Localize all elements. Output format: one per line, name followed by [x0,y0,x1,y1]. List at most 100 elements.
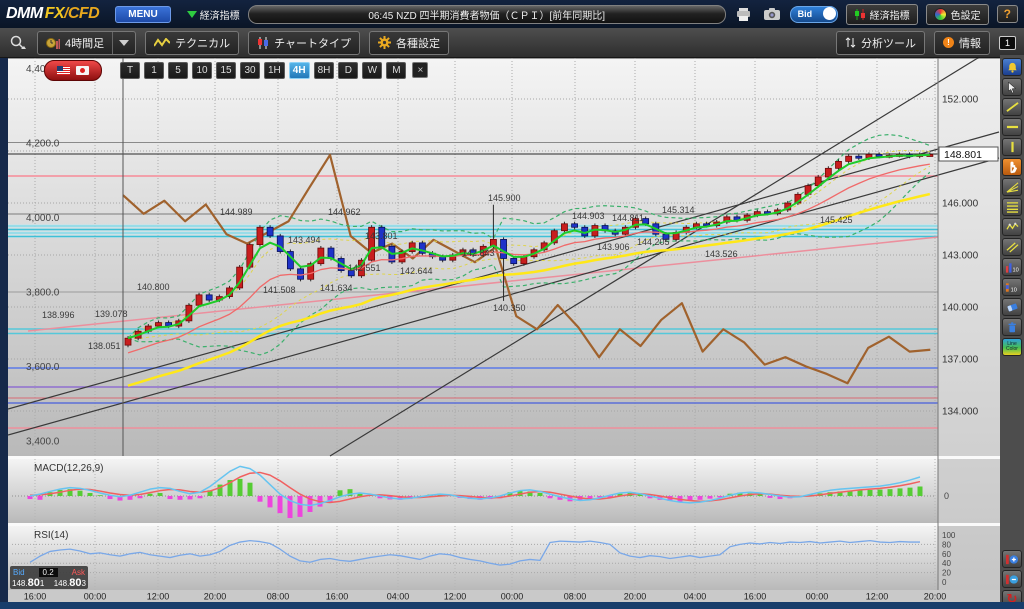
analysis-tools-label: 分析ツール [860,37,916,50]
print-icon[interactable] [734,6,754,22]
bid-toggle-label: Bid [797,9,813,19]
chart-toolbar: 4時間足 テクニカル チャートタイプ 各種設定 分析ツール ! 情報 1 [0,28,1024,58]
svg-text:10: 10 [1012,267,1018,273]
timeframe-button-15[interactable]: 15 [216,61,236,79]
zigzag-icon [154,37,171,47]
hand-tool-icon[interactable] [1002,158,1022,176]
timeframe-dropdown[interactable]: 4時間足 [37,30,137,55]
alert-bell-icon[interactable] [1002,58,1022,76]
svg-text:12:00: 12:00 [444,592,467,602]
svg-text:138.996: 138.996 [42,310,75,320]
svg-text:140.350: 140.350 [493,303,526,313]
eraser-icon[interactable] [1002,298,1022,316]
bid-label: Bid [13,567,25,577]
logo-fx: FX [44,5,65,22]
bid-ask-toggle[interactable]: Bid [789,5,838,23]
timeframe-button-30[interactable]: 30 [240,61,260,79]
svg-text:00:00: 00:00 [84,592,107,602]
timeframe-button-8H[interactable]: 8H [313,61,335,79]
svg-text:143.906: 143.906 [597,242,630,252]
settings-button[interactable]: 各種設定 [369,30,450,55]
svg-text:145.314: 145.314 [662,205,695,215]
color-button-label: 色設定 [950,10,981,22]
menu-button[interactable]: MENU [115,5,171,23]
svg-text:00:00: 00:00 [806,592,829,602]
chart-zoom-in-icon[interactable] [1002,550,1022,568]
svg-text:145.900: 145.900 [488,193,521,203]
svg-text:143.526: 143.526 [705,249,738,259]
svg-text:138.051: 138.051 [88,341,121,351]
chart-type-button[interactable]: チャートタイプ [248,30,361,55]
svg-text:152.000: 152.000 [942,95,979,106]
timeframe-dropdown-arrow[interactable] [112,31,135,54]
econ-indicator-button[interactable]: 経済指標 [845,3,918,25]
timeframe-button-1H[interactable]: 1H [264,61,285,79]
settings-label: 各種設定 [396,37,441,50]
svg-text:60: 60 [942,550,951,559]
timeframe-button-D[interactable]: D [338,61,359,79]
green-triangle-icon [186,10,197,18]
clock-icon [46,37,60,49]
svg-text:144.205: 144.205 [637,237,670,247]
line-color-icon[interactable]: Line Color [1002,338,1022,356]
trash-icon[interactable] [1002,318,1022,336]
econ-indicator-toggle[interactable]: 経済指標 [186,7,240,22]
jp-flag-icon [76,65,89,75]
zigzag-icon[interactable] [1002,218,1022,236]
trendline-icon[interactable] [1002,98,1022,116]
trading-app-window: DMM FX / CFD MENU 経済指標 06:45 NZD 四半期消費者物… [0,0,1024,609]
channel-icon[interactable] [1002,238,1022,256]
bar-count-icon[interactable]: 10 [1002,258,1022,276]
chart-type-label: チャートタイプ [274,37,352,50]
timeframe-button-10[interactable]: 10 [192,61,212,79]
zoom-tool-icon[interactable] [8,35,28,51]
panel-count-badge[interactable]: 1 [998,35,1016,50]
top-bar: DMM FX / CFD MENU 経済指標 06:45 NZD 四半期消費者物… [0,0,1024,28]
svg-text:MACD(12,26,9): MACD(12,26,9) [34,463,103,474]
svg-text:3,800.0: 3,800.0 [26,288,60,299]
instrument-tab-close[interactable]: × [412,62,429,78]
cursor-icon[interactable] [1002,78,1022,96]
vertical-line-icon[interactable] [1002,138,1022,156]
technical-label: テクニカル [175,37,231,50]
info-icon: ! [942,37,954,48]
svg-text:148.801: 148.801 [944,149,982,161]
svg-text:145.425: 145.425 [820,215,853,225]
svg-text:08:00: 08:00 [267,592,290,602]
gear-icon [378,36,392,49]
chart-zoom-out-icon[interactable] [1002,570,1022,588]
timeframe-button-label: 4時間足 [65,37,105,50]
timeframe-button-1[interactable]: 1 [144,61,164,79]
timeframe-button-M[interactable]: M [386,61,407,79]
price-count-icon[interactable]: 10 [1002,278,1022,296]
info-button[interactable]: ! 情報 [933,30,990,55]
technical-button[interactable]: テクニカル [145,30,240,55]
econ-toggle-label: 経済指標 [199,10,240,22]
camera-icon[interactable] [762,6,782,22]
svg-text:142.551: 142.551 [348,263,381,273]
timeframe-button-T[interactable]: T [120,61,140,79]
timeframe-button-4H[interactable]: 4H [288,61,310,79]
logo-cfd: CFD [67,5,100,22]
help-button[interactable]: ? [996,5,1018,23]
instrument-tab-usdjpy[interactable] [44,59,102,81]
svg-text:143.000: 143.000 [942,250,979,261]
timeframe-button-W[interactable]: W [362,61,383,79]
news-ticker[interactable]: 06:45 NZD 四半期消費者物価（ＣＰＩ）[前年同期比] [247,4,726,24]
color-settings-button[interactable]: 色設定 [925,3,989,25]
drawing-toolbar: 10 10 Line Color ↻ [1000,55,1024,609]
main-chart-canvas[interactable]: 152.000 146.000 143.000 140.000 137.000 134.0… [8,58,1000,602]
svg-text:12:00: 12:00 [147,592,170,602]
svg-text:40: 40 [942,559,951,568]
svg-text:4,000.0: 4,000.0 [26,213,60,224]
analysis-tools-button[interactable]: 分析ツール [835,30,925,55]
svg-text:RSI(14): RSI(14) [34,530,68,541]
svg-text:144.989: 144.989 [220,207,253,217]
svg-text:80: 80 [942,540,951,549]
svg-text:0: 0 [942,578,947,587]
timeframe-button-5[interactable]: 5 [168,61,188,79]
fibonacci-icon[interactable] [1002,198,1022,216]
horizontal-line-icon[interactable] [1002,118,1022,136]
fan-lines-icon[interactable] [1002,178,1022,196]
svg-text:16:00: 16:00 [326,592,349,602]
